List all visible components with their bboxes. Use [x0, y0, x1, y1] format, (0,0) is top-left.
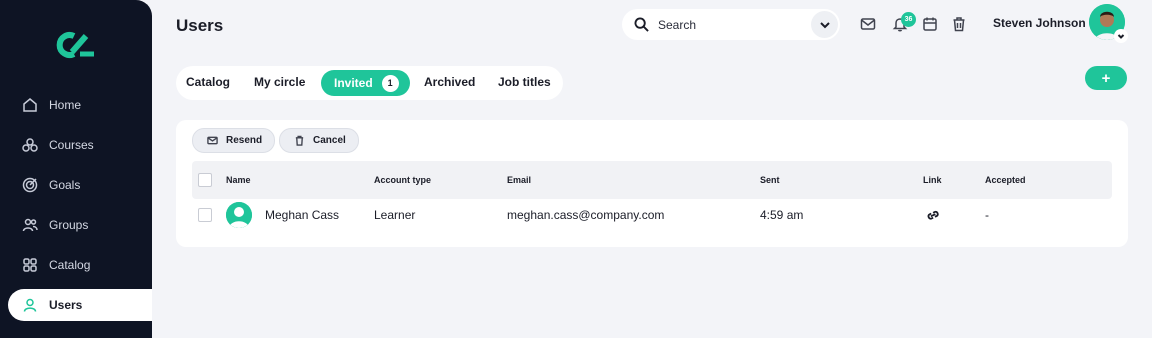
page-title: Users — [176, 16, 224, 35]
user-menu-toggle[interactable] — [1114, 29, 1128, 43]
home-icon — [23, 98, 37, 112]
tab-archived[interactable]: Archived — [424, 75, 475, 89]
catalog-icon — [23, 258, 37, 272]
trash-button[interactable] — [951, 16, 967, 32]
email-cell: meghan.cass@company.com — [507, 208, 665, 222]
tab-my-circle[interactable]: My circle — [254, 75, 305, 89]
trash-icon — [295, 135, 304, 146]
user-name-cell[interactable]: Meghan Cass — [265, 208, 339, 222]
avatar — [226, 202, 252, 228]
column-header-accepted[interactable]: Accepted — [985, 175, 1026, 185]
table-row[interactable]: Meghan Cass Learner meghan.cass@company.… — [192, 199, 1112, 231]
notification-count-badge: 36 — [901, 12, 916, 27]
column-header-email[interactable]: Email — [507, 175, 531, 185]
resend-label: Resend — [226, 135, 263, 146]
groups-icon — [22, 218, 38, 232]
sidebar-item-label: Home — [49, 98, 82, 112]
tab-count-badge: 1 — [381, 74, 399, 92]
mail-icon — [860, 18, 876, 30]
trash-icon — [953, 17, 965, 32]
sidebar-item-label: Catalog — [49, 258, 91, 272]
user-name[interactable]: Steven Johnson — [993, 16, 1086, 30]
sidebar-item-groups[interactable]: Groups — [8, 209, 152, 241]
calendar-icon — [923, 17, 937, 31]
row-checkbox[interactable] — [198, 208, 212, 222]
account-type-cell: Learner — [374, 208, 416, 222]
column-header-name[interactable]: Name — [226, 175, 251, 185]
cancel-label: Cancel — [313, 135, 346, 146]
sidebar-item-label: Goals — [49, 178, 81, 192]
sidebar-item-users[interactable]: Users — [8, 289, 152, 321]
tab-catalog[interactable]: Catalog — [186, 75, 230, 89]
messages-button[interactable] — [860, 16, 876, 32]
sidebar-item-courses[interactable]: Courses — [8, 129, 152, 161]
search-bar[interactable] — [622, 9, 840, 40]
cancel-button[interactable]: Cancel — [279, 128, 359, 153]
user-icon — [23, 298, 37, 312]
chevron-down-icon — [1117, 34, 1125, 39]
invited-users-card: Resend Cancel Name Account type Email Se… — [176, 120, 1128, 247]
column-header-link[interactable]: Link — [923, 175, 942, 185]
sidebar-item-catalog[interactable]: Catalog — [8, 249, 152, 281]
chevron-down-icon — [819, 21, 830, 28]
sidebar-item-home[interactable]: Home — [8, 89, 152, 121]
goals-icon — [22, 177, 38, 193]
search-icon — [634, 17, 649, 32]
column-header-account-type[interactable]: Account type — [374, 175, 431, 185]
calendar-button[interactable] — [922, 16, 938, 32]
table-header: Name Account type Email Sent Link Accept… — [192, 161, 1112, 199]
add-user-button[interactable]: + — [1085, 66, 1127, 90]
accepted-cell: - — [985, 208, 989, 222]
column-header-sent[interactable]: Sent — [760, 175, 780, 185]
brand-logo[interactable] — [56, 30, 96, 60]
copy-link-button[interactable] — [925, 208, 941, 222]
sidebar-item-label: Courses — [49, 138, 94, 152]
courses-icon — [22, 138, 38, 152]
sidebar: Home Courses Goals Groups Catalog Users — [0, 0, 152, 338]
tab-job-titles[interactable]: Job titles — [498, 75, 551, 89]
mail-icon — [207, 136, 218, 145]
search-input[interactable] — [658, 17, 798, 32]
tab-label: Invited — [334, 76, 373, 90]
select-all-checkbox[interactable] — [198, 173, 212, 187]
resend-button[interactable]: Resend — [192, 128, 275, 153]
tab-invited[interactable]: Invited 1 — [321, 70, 410, 96]
sidebar-item-label: Users — [49, 298, 83, 312]
search-scope-dropdown[interactable] — [811, 11, 838, 38]
sent-cell: 4:59 am — [760, 208, 804, 222]
sidebar-item-label: Groups — [49, 218, 89, 232]
sidebar-item-goals[interactable]: Goals — [8, 169, 152, 201]
link-icon — [927, 210, 939, 220]
tab-bar: Catalog My circle Invited 1 Archived Job… — [176, 66, 563, 100]
